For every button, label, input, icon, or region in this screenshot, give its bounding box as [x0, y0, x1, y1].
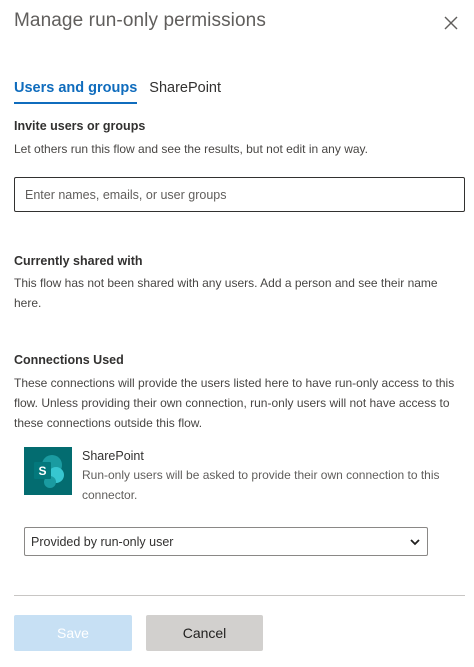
connections-heading: Connections Used: [14, 353, 124, 367]
sharepoint-logo-icon: S: [24, 447, 72, 495]
tab-users-and-groups[interactable]: Users and groups: [14, 80, 138, 104]
manage-permissions-panel: Manage run-only permissions Users and gr…: [0, 0, 474, 667]
tab-list: Users and groups SharePoint: [14, 80, 221, 104]
close-icon: [444, 16, 458, 30]
connection-source-value: Provided by run-only user: [31, 534, 174, 549]
shared-heading: Currently shared with: [14, 254, 143, 268]
connection-description: Run-only users will be asked to provide …: [82, 468, 440, 502]
connection-source-select[interactable]: Provided by run-only user: [24, 527, 428, 556]
panel-title: Manage run-only permissions: [14, 10, 266, 31]
save-button[interactable]: Save: [14, 615, 132, 651]
cancel-button[interactable]: Cancel: [146, 615, 263, 651]
invite-search-input[interactable]: [14, 177, 465, 212]
connection-info: SharePoint Run-only users will be asked …: [82, 447, 442, 505]
shared-description: This flow has not been shared with any u…: [14, 276, 438, 310]
invite-heading: Invite users or groups: [14, 119, 146, 133]
sharepoint-logo-letter: S: [38, 464, 46, 478]
connections-description: These connections will provide the users…: [14, 376, 455, 430]
chevron-down-icon: [410, 538, 420, 545]
invite-description: Let others run this flow and see the res…: [14, 142, 368, 156]
tab-sharepoint[interactable]: SharePoint: [149, 80, 221, 104]
connection-item-sharepoint: S SharePoint Run-only users will be aske…: [24, 447, 442, 505]
close-button[interactable]: [440, 12, 462, 34]
footer-divider: [14, 595, 465, 596]
connection-name: SharePoint: [82, 449, 144, 463]
